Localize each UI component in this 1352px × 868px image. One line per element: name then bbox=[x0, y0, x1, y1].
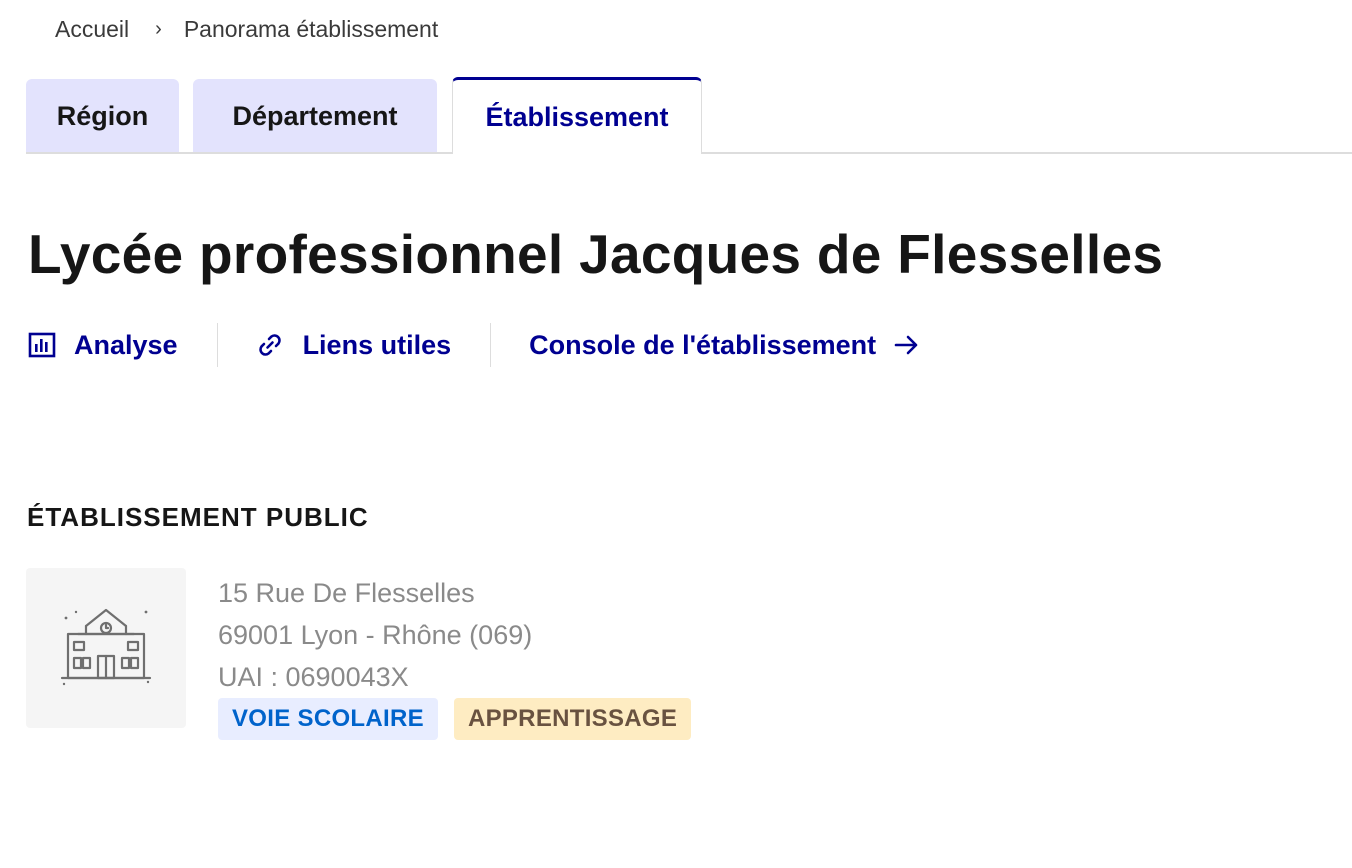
tab-region[interactable]: Région bbox=[26, 79, 179, 154]
liens-utiles-label: Liens utiles bbox=[302, 329, 452, 360]
bar-chart-icon bbox=[28, 332, 56, 358]
tab-etablissement[interactable]: Établissement bbox=[452, 77, 702, 156]
badge-voie-scolaire: VOIE SCOLAIRE bbox=[218, 698, 438, 740]
action-divider bbox=[216, 323, 218, 367]
link-icon bbox=[256, 331, 284, 359]
badge-apprentissage: APPRENTISSAGE bbox=[453, 698, 692, 740]
school-image-card bbox=[26, 568, 186, 728]
address-street: 15 Rue De Flesselles bbox=[218, 578, 475, 608]
console-label: Console de l'établissement bbox=[529, 329, 877, 360]
breadcrumb: Accueil › Panorama établissement bbox=[55, 16, 438, 43]
action-divider bbox=[490, 323, 492, 367]
badge-list: VOIE SCOLAIRE APPRENTISSAGE bbox=[218, 698, 692, 740]
tab-departement[interactable]: Département bbox=[193, 79, 437, 154]
arrow-right-icon bbox=[894, 334, 920, 356]
school-info: 15 Rue De Flesselles 69001 Lyon - Rhône … bbox=[218, 572, 532, 698]
address-city: 69001 Lyon - Rhône (069) bbox=[218, 620, 533, 650]
breadcrumb-separator-icon: › bbox=[155, 18, 162, 40]
uai-code: UAI : 0690043X bbox=[218, 662, 409, 692]
breadcrumb-current: Panorama établissement bbox=[183, 16, 439, 42]
action-bar: Analyse Liens utiles Console de l'établi… bbox=[28, 323, 920, 367]
page-title: Lycée professionnel Jacques de Flesselle… bbox=[28, 223, 1164, 285]
school-building-icon bbox=[58, 604, 154, 693]
analyse-label: Analyse bbox=[74, 329, 178, 360]
liens-utiles-button[interactable]: Liens utiles bbox=[256, 329, 452, 361]
breadcrumb-home-link[interactable]: Accueil bbox=[55, 16, 129, 43]
analyse-button[interactable]: Analyse bbox=[28, 330, 178, 361]
tab-list: Région Département Établissement bbox=[26, 77, 1352, 156]
console-etablissement-link[interactable]: Console de l'établissement bbox=[529, 330, 920, 361]
establishment-type-label: ÉTABLISSEMENT PUBLIC bbox=[27, 502, 369, 532]
